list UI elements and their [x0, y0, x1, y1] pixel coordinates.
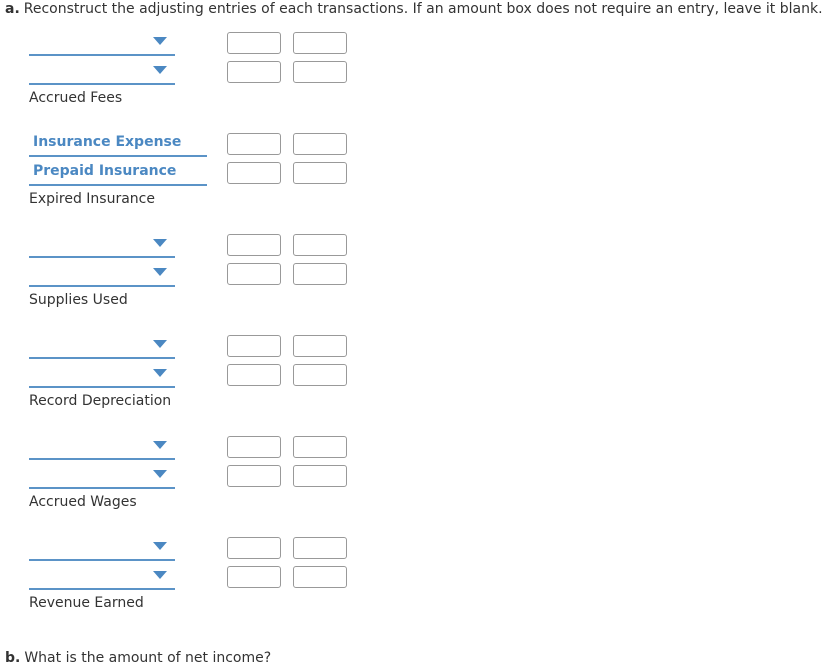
debit-row-credit-amount-input[interactable] [293, 234, 347, 256]
debit-row-credit-amount-input[interactable] [293, 335, 347, 357]
dropdown-arrow-icon[interactable] [153, 571, 167, 579]
credit-account-select[interactable]: Prepaid Insurance [29, 160, 207, 186]
selected-account: Insurance Expense [33, 134, 182, 150]
credit-row: Prepaid Insurance [29, 160, 359, 188]
debit-account-select[interactable] [29, 434, 175, 460]
credit-row-debit-amount-input[interactable] [227, 263, 281, 285]
debit-row-credit-amount-input[interactable] [293, 436, 347, 458]
part-b-text: What is the amount of net income? [24, 650, 272, 666]
credit-row-debit-amount-input[interactable] [227, 465, 281, 487]
debit-row [29, 434, 359, 462]
part-a-letter: a. [5, 1, 20, 17]
credit-account-select[interactable] [29, 261, 175, 287]
selected-account: Prepaid Insurance [33, 163, 177, 179]
debit-row-credit-amount-input[interactable] [293, 537, 347, 559]
debit-account-select[interactable] [29, 232, 175, 258]
debit-row-debit-amount-input[interactable] [227, 133, 281, 155]
credit-row-credit-amount-input[interactable] [293, 364, 347, 386]
credit-account-select[interactable] [29, 59, 175, 85]
debit-row-debit-amount-input[interactable] [227, 537, 281, 559]
debit-row: Insurance Expense [29, 131, 359, 159]
entry-description: Accrued Fees [29, 90, 123, 106]
credit-row-credit-amount-input[interactable] [293, 263, 347, 285]
dropdown-arrow-icon[interactable] [153, 470, 167, 478]
credit-account-select[interactable] [29, 564, 175, 590]
entry-description: Record Depreciation [29, 393, 172, 409]
credit-row-credit-amount-input[interactable] [293, 465, 347, 487]
credit-row [29, 463, 359, 491]
credit-row [29, 362, 359, 390]
credit-row-debit-amount-input[interactable] [227, 566, 281, 588]
part-b-letter: b. [5, 650, 21, 666]
debit-row-debit-amount-input[interactable] [227, 335, 281, 357]
credit-account-select[interactable] [29, 362, 175, 388]
debit-row-debit-amount-input[interactable] [227, 436, 281, 458]
dropdown-arrow-icon[interactable] [153, 369, 167, 377]
credit-row-debit-amount-input[interactable] [227, 364, 281, 386]
debit-row-credit-amount-input[interactable] [293, 32, 347, 54]
dropdown-arrow-icon[interactable] [153, 340, 167, 348]
credit-row [29, 564, 359, 592]
dropdown-arrow-icon[interactable] [153, 542, 167, 550]
debit-row [29, 535, 359, 563]
dropdown-arrow-icon[interactable] [153, 239, 167, 247]
credit-row-credit-amount-input[interactable] [293, 61, 347, 83]
debit-row-debit-amount-input[interactable] [227, 32, 281, 54]
debit-account-select[interactable] [29, 333, 175, 359]
debit-account-select[interactable]: Insurance Expense [29, 131, 207, 157]
debit-row-debit-amount-input[interactable] [227, 234, 281, 256]
part-a-instruction: a. Reconstruct the adjusting entries of e… [5, 1, 823, 17]
dropdown-arrow-icon[interactable] [153, 268, 167, 276]
entry-description: Supplies Used [29, 292, 128, 308]
credit-row-debit-amount-input[interactable] [227, 61, 281, 83]
entry-description: Expired Insurance [29, 191, 155, 207]
debit-row-credit-amount-input[interactable] [293, 133, 347, 155]
debit-account-select[interactable] [29, 535, 175, 561]
part-a-text: Reconstruct the adjusting entries of eac… [23, 1, 823, 17]
part-b-question: b. What is the amount of net income? [5, 650, 271, 666]
credit-account-select[interactable] [29, 463, 175, 489]
dropdown-arrow-icon[interactable] [153, 441, 167, 449]
credit-row [29, 261, 359, 289]
debit-row [29, 30, 359, 58]
entry-description: Revenue Earned [29, 595, 144, 611]
credit-row [29, 59, 359, 87]
credit-row-credit-amount-input[interactable] [293, 566, 347, 588]
debit-row [29, 232, 359, 260]
debit-account-select[interactable] [29, 30, 175, 56]
debit-row [29, 333, 359, 361]
credit-row-credit-amount-input[interactable] [293, 162, 347, 184]
dropdown-arrow-icon[interactable] [153, 37, 167, 45]
entry-description: Accrued Wages [29, 494, 137, 510]
credit-row-debit-amount-input[interactable] [227, 162, 281, 184]
dropdown-arrow-icon[interactable] [153, 66, 167, 74]
